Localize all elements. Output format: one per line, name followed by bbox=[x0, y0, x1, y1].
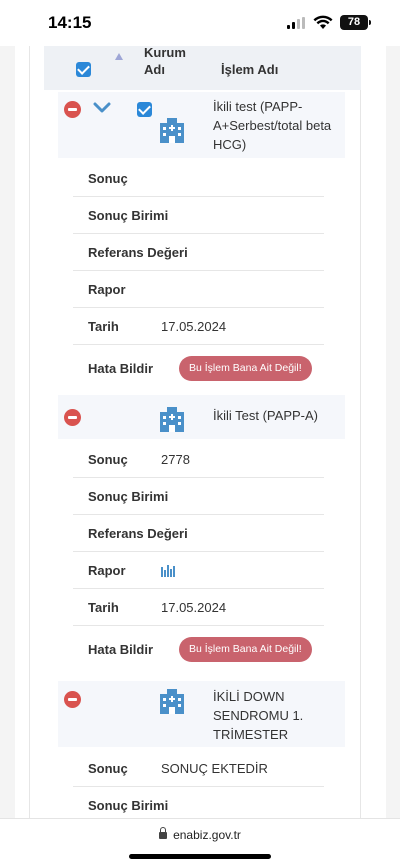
lock-icon bbox=[159, 827, 168, 839]
column-header-islem[interactable]: İşlem Adı bbox=[221, 62, 278, 77]
record-title: İkili test (PAPP- A+Serbest/total beta H… bbox=[213, 97, 338, 154]
detail-row-sonuc: Sonuç 2778 bbox=[73, 441, 324, 478]
detail-row-hata: Hata Bildir Bu İşlem Bana Ait Değil! bbox=[73, 350, 324, 387]
browser-address-bar[interactable]: enabiz.gov.tr bbox=[0, 818, 400, 865]
bar-chart-icon[interactable] bbox=[161, 563, 175, 577]
hospital-building-icon bbox=[160, 689, 184, 714]
hospital-building-icon bbox=[160, 118, 184, 143]
remove-record-icon[interactable] bbox=[64, 409, 81, 426]
value: 2778 bbox=[161, 452, 190, 467]
title-line: HCG) bbox=[213, 137, 247, 152]
report-error-button[interactable]: Bu İşlem Bana Ait Değil! bbox=[179, 356, 312, 381]
url-text: enabiz.gov.tr bbox=[173, 828, 241, 842]
label: Sonuç Birimi bbox=[88, 489, 169, 504]
select-all-checkbox[interactable] bbox=[76, 62, 91, 77]
value: 17.05.2024 bbox=[161, 600, 227, 615]
record-checkbox[interactable] bbox=[137, 102, 152, 117]
title-line: İkili Test (PAPP-A) bbox=[213, 408, 318, 423]
label: Rapor bbox=[88, 282, 126, 297]
detail-row-referans: Referans Değeri bbox=[73, 234, 324, 271]
detail-row-tarih: Tarih 17.05.2024 bbox=[73, 589, 324, 626]
detail-row-tarih: Tarih 17.05.2024 bbox=[73, 308, 324, 345]
battery-tip bbox=[369, 20, 371, 25]
label: Sonuç bbox=[88, 452, 128, 467]
chevron-down-icon[interactable] bbox=[93, 102, 111, 114]
label: Sonuç bbox=[88, 761, 128, 776]
label: Hata Bildir bbox=[88, 361, 154, 376]
label: Tarih bbox=[88, 319, 119, 334]
detail-row-rapor: Rapor bbox=[73, 271, 324, 308]
label: Rapor bbox=[88, 563, 126, 578]
record-title: İkili Test (PAPP-A) bbox=[213, 406, 338, 425]
remove-record-icon[interactable] bbox=[64, 691, 81, 708]
label: Sonuç Birimi bbox=[88, 798, 169, 813]
detail-row-sonuc: Sonuç bbox=[73, 160, 324, 197]
detail-row-birim: Sonuç Birimi bbox=[73, 197, 324, 234]
detail-row-hata: Hata Bildir Bu İşlem Bana Ait Değil! bbox=[73, 631, 324, 668]
title-line: SENDROMU 1. bbox=[213, 708, 304, 723]
status-time: 14:15 bbox=[48, 13, 92, 32]
label: Sonuç bbox=[88, 171, 128, 186]
label: Hata Bildir bbox=[88, 642, 154, 657]
table-header bbox=[44, 46, 361, 90]
kurum-header-line2: Adı bbox=[144, 62, 165, 77]
record-title: İKİLİ DOWN SENDROMU 1. TRİMESTER bbox=[213, 687, 338, 744]
column-header-kurum[interactable]: Kurum Adı bbox=[144, 44, 186, 78]
url-display[interactable]: enabiz.gov.tr bbox=[0, 827, 400, 842]
title-line: A+Serbest/total beta bbox=[213, 118, 332, 133]
value: 17.05.2024 bbox=[161, 319, 227, 334]
hospital-building-icon bbox=[160, 407, 184, 432]
label: Tarih bbox=[88, 600, 119, 615]
cellular-signal-icon bbox=[287, 17, 305, 29]
kurum-header-line1: Kurum bbox=[144, 45, 186, 60]
title-line: İkili test (PAPP- bbox=[213, 99, 303, 114]
sort-ascending-icon[interactable] bbox=[115, 53, 123, 60]
detail-row-rapor: Rapor bbox=[73, 552, 324, 589]
label: Referans Değeri bbox=[88, 245, 188, 260]
battery-icon: 78 bbox=[340, 15, 368, 30]
value: SONUÇ EKTEDİR bbox=[161, 761, 268, 776]
detail-row-referans: Referans Değeri bbox=[73, 515, 324, 552]
remove-record-icon[interactable] bbox=[64, 101, 81, 118]
detail-row-birim: Sonuç Birimi bbox=[73, 478, 324, 515]
label: Sonuç Birimi bbox=[88, 208, 169, 223]
status-bar: 14:15 78 bbox=[0, 0, 400, 46]
title-line: İKİLİ DOWN bbox=[213, 689, 285, 704]
wifi-icon bbox=[313, 15, 333, 29]
report-error-button[interactable]: Bu İşlem Bana Ait Değil! bbox=[179, 637, 312, 662]
detail-row-sonuc: Sonuç SONUÇ EKTEDİR bbox=[73, 750, 324, 787]
title-line: TRİMESTER bbox=[213, 727, 289, 742]
label: Referans Değeri bbox=[88, 526, 188, 541]
home-indicator[interactable] bbox=[129, 854, 271, 859]
